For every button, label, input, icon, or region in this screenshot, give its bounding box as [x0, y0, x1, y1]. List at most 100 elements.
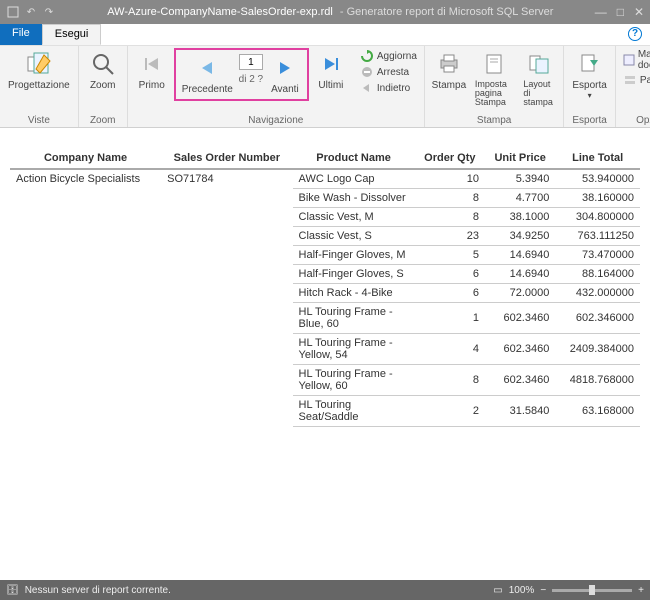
cell-total: 602.346000	[555, 303, 640, 334]
cell-qty: 8	[415, 365, 485, 396]
cell-qty: 2	[415, 396, 485, 427]
tab-file[interactable]: File	[0, 24, 42, 45]
table-row: Classic Vest, S2334.9250763.111250	[10, 227, 640, 246]
print-button[interactable]: Stampa	[429, 48, 469, 93]
print-icon	[435, 50, 463, 78]
group-options: Mappa docum... Parametri Opzioni	[616, 46, 650, 127]
cell-so	[161, 334, 292, 365]
cell-company	[10, 246, 161, 265]
status-message: Nessun server di report corrente.	[25, 585, 171, 596]
export-icon	[576, 50, 604, 78]
cell-unit: 14.6940	[485, 265, 555, 284]
zoom-button[interactable]: Zoom	[83, 48, 123, 93]
zoom-out-button[interactable]: −	[540, 585, 546, 596]
zoom-slider[interactable]	[552, 589, 632, 592]
cell-unit: 602.3460	[485, 334, 555, 365]
back-button[interactable]: Indietro	[357, 80, 420, 96]
prev-button[interactable]: Precedente	[178, 52, 237, 97]
group-views: Progettazione Viste	[0, 46, 79, 127]
table-row: Hitch Rack - 4-Bike672.0000432.000000	[10, 284, 640, 303]
cell-qty: 1	[415, 303, 485, 334]
table-row: HL Touring Frame - Yellow, 544602.346024…	[10, 334, 640, 365]
titlebar: ↶ ↷ AW-Azure-CompanyName-SalesOrder-exp.…	[0, 0, 650, 24]
cell-company	[10, 284, 161, 303]
table-row: HL Touring Frame - Yellow, 608602.346048…	[10, 365, 640, 396]
cell-product: Hitch Rack - 4-Bike	[293, 284, 415, 303]
pagesetup-icon	[480, 50, 508, 78]
cell-company	[10, 227, 161, 246]
cell-so	[161, 265, 292, 284]
refresh-button[interactable]: Aggiorna	[357, 48, 420, 64]
cell-qty: 8	[415, 189, 485, 208]
table-row: Bike Wash - Dissolver84.770038.160000	[10, 189, 640, 208]
table-row: Classic Vest, M838.1000304.800000	[10, 208, 640, 227]
undo-icon[interactable]: ↶	[24, 5, 38, 19]
table-row: Half-Finger Gloves, M514.694073.470000	[10, 246, 640, 265]
help-icon[interactable]: ?	[628, 27, 642, 41]
filename: AW-Azure-CompanyName-SalesOrder-exp.rdl	[107, 6, 333, 18]
cell-unit: 38.1000	[485, 208, 555, 227]
zoom-in-button[interactable]: +	[638, 585, 644, 596]
cell-product: Classic Vest, M	[293, 208, 415, 227]
prev-icon	[193, 54, 221, 82]
first-button[interactable]: Primo	[132, 48, 172, 93]
next-label: Avanti	[271, 84, 299, 95]
tab-run[interactable]: Esegui	[42, 24, 102, 45]
docmap-button[interactable]: Mappa docum...	[620, 48, 650, 72]
col-so: Sales Order Number	[161, 148, 292, 169]
stop-button[interactable]: Arresta	[357, 64, 420, 80]
pagesetup-button[interactable]: Imposta pagina Stampa	[471, 48, 517, 109]
col-company: Company Name	[10, 148, 161, 169]
cell-company: Action Bicycle Specialists	[10, 169, 161, 189]
close-icon[interactable]: ✕	[634, 5, 644, 19]
group-options-label: Opzioni	[620, 114, 650, 127]
cell-company	[10, 189, 161, 208]
cell-qty: 8	[415, 208, 485, 227]
group-print-label: Stampa	[429, 114, 559, 127]
last-button[interactable]: Ultimi	[311, 48, 351, 93]
pagesetup-label: Imposta pagina Stampa	[475, 80, 513, 107]
group-navigation: Primo Precedente di 2 ? Avanti Ultim	[128, 46, 425, 127]
maximize-icon[interactable]: □	[617, 5, 624, 19]
group-nav-label: Navigazione	[132, 114, 420, 127]
cell-unit: 72.0000	[485, 284, 555, 303]
redo-icon[interactable]: ↷	[42, 5, 56, 19]
page-of-label: di 2 ?	[239, 74, 263, 85]
group-views-label: Viste	[4, 114, 74, 127]
prev-label: Precedente	[182, 84, 233, 95]
last-icon	[317, 50, 345, 78]
page-input[interactable]	[239, 54, 263, 70]
ribbon: Progettazione Viste Zoom Zoom Primo Prec…	[0, 46, 650, 128]
cell-total: 763.111250	[555, 227, 640, 246]
next-button[interactable]: Avanti	[265, 52, 305, 97]
col-qty: Order Qty	[415, 148, 485, 169]
save-icon[interactable]	[6, 5, 20, 19]
group-zoom-label: Zoom	[83, 114, 123, 127]
params-button[interactable]: Parametri	[620, 72, 650, 88]
cell-total: 63.168000	[555, 396, 640, 427]
cell-company	[10, 265, 161, 284]
params-label: Parametri	[640, 75, 650, 86]
next-icon	[271, 54, 299, 82]
cell-so: SO71784	[161, 169, 292, 189]
cell-company	[10, 334, 161, 365]
cell-total: 304.800000	[555, 208, 640, 227]
minimize-icon[interactable]: —	[595, 5, 607, 19]
printlayout-button[interactable]: Layout di stampa	[519, 48, 559, 109]
cell-product: Half-Finger Gloves, S	[293, 265, 415, 284]
cell-product: Half-Finger Gloves, M	[293, 246, 415, 265]
params-icon	[623, 73, 637, 87]
cell-qty: 5	[415, 246, 485, 265]
design-label: Progettazione	[8, 80, 70, 91]
cell-product: HL Touring Seat/Saddle	[293, 396, 415, 427]
cell-qty: 23	[415, 227, 485, 246]
design-button[interactable]: Progettazione	[4, 48, 74, 93]
report-table: Company Name Sales Order Number Product …	[10, 148, 640, 427]
view-icon[interactable]: ▭	[493, 585, 502, 596]
group-export: Esporta ▾ Esporta	[564, 46, 615, 127]
stop-icon	[360, 65, 374, 79]
export-button[interactable]: Esporta ▾	[568, 48, 610, 102]
refresh-icon	[360, 49, 374, 63]
cell-product: HL Touring Frame - Blue, 60	[293, 303, 415, 334]
cell-so	[161, 303, 292, 334]
